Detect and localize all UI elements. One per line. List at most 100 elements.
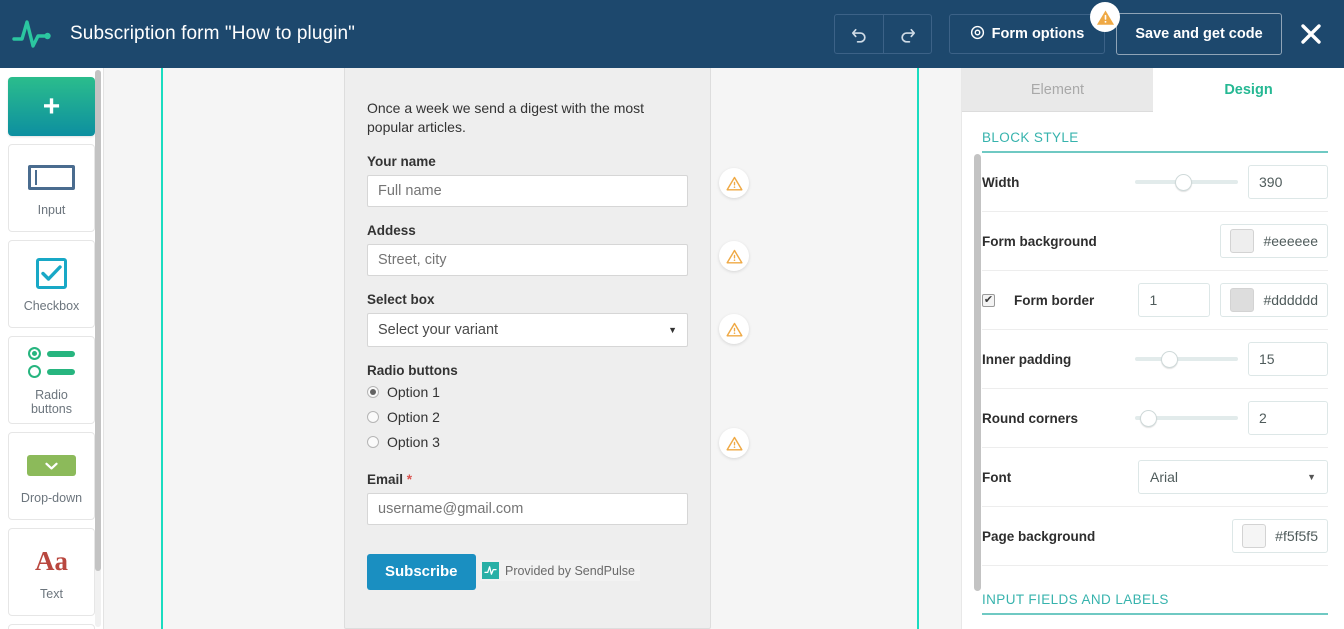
property-row-form-background: Form background #eeeeee — [982, 212, 1328, 271]
form-border-color-picker[interactable]: #dddddd — [1220, 283, 1328, 317]
tab-design[interactable]: Design — [1153, 68, 1344, 112]
round-corners-slider[interactable] — [1135, 409, 1238, 427]
toolbar-actions: Form options Save and get code — [834, 0, 1344, 68]
form-border-width-field[interactable]: 1 — [1138, 283, 1211, 317]
input-field-icon — [28, 160, 75, 196]
form-border-hex: #dddddd — [1263, 292, 1318, 308]
your-name-input[interactable] — [367, 175, 688, 207]
email-input[interactable] — [367, 493, 688, 525]
inner-padding-value-field[interactable]: 15 — [1248, 342, 1328, 376]
element-palette-sidebar: + Input Checkbox Radio buttons Drop-down… — [0, 68, 104, 629]
radio-buttons-icon — [28, 345, 75, 381]
property-row-font: Font Arial ▼ — [982, 448, 1328, 507]
page-title: Subscription form "How to plugin" — [70, 23, 356, 44]
radio-dot-icon — [367, 386, 379, 398]
form-intro-text: Once a week we send a digest with the mo… — [367, 100, 645, 135]
round-corners-slider-thumb[interactable] — [1140, 409, 1157, 427]
property-row-form-border: ✔ Form border 1 #dddddd — [982, 271, 1328, 330]
inner-padding-slider[interactable] — [1135, 350, 1238, 368]
field-warning-icon-radio-buttons[interactable] — [719, 428, 749, 458]
width-slider[interactable] — [1135, 173, 1238, 191]
font-select-dropdown[interactable]: Arial ▼ — [1138, 460, 1328, 494]
provided-by-label: Provided by SendPulse — [504, 563, 635, 578]
property-row-page-background: Page background #f5f5f5 — [982, 507, 1328, 566]
sendpulse-logo-icon — [481, 562, 499, 579]
color-swatch[interactable] — [1230, 229, 1255, 253]
section-heading-block-style: BLOCK STYLE — [982, 112, 1328, 153]
field-warning-icon-address[interactable] — [719, 241, 749, 271]
field-label-radio-buttons: Radio buttons — [367, 363, 458, 378]
form-border-checkbox[interactable]: ✔ — [982, 293, 995, 307]
subscription-form-block[interactable]: Once a week we send a digest with the mo… — [344, 68, 711, 629]
property-label-form-border: Form border — [1014, 292, 1095, 308]
sidebar-item-label: Drop-down — [20, 490, 83, 505]
section-heading-input-fields: INPUT FIELDS AND LABELS — [982, 566, 1328, 615]
color-swatch[interactable] — [1242, 524, 1267, 548]
field-label-address: Addess — [367, 223, 416, 238]
sidebar-item-partial[interactable] — [8, 624, 95, 629]
sidebar-scrollbar-thumb[interactable] — [95, 70, 101, 571]
field-warning-icon-select-box[interactable] — [719, 314, 749, 344]
radio-dot-icon — [367, 411, 379, 423]
property-row-round-corners: Round corners 2 — [982, 389, 1328, 448]
form-background-color-picker[interactable]: #eeeeee — [1220, 224, 1328, 258]
required-marker: * — [406, 472, 413, 487]
radio-option-2[interactable]: Option 2 — [367, 409, 688, 425]
guide-line-right — [917, 68, 919, 629]
page-background-color-picker[interactable]: #f5f5f5 — [1232, 519, 1328, 553]
field-warning-icon-your-name[interactable] — [719, 168, 749, 198]
panel-body: BLOCK STYLE Width 390 Form background #e… — [962, 112, 1344, 615]
field-label-your-name: Your name — [367, 154, 436, 169]
panel-scrollbar-thumb[interactable] — [974, 154, 981, 591]
undo-button[interactable] — [835, 15, 883, 53]
form-options-button[interactable]: Form options — [949, 14, 1105, 54]
property-row-inner-padding: Inner padding 15 — [982, 330, 1328, 389]
field-label-select-box: Select box — [367, 292, 435, 307]
toolbar-warning-icon[interactable] — [1090, 2, 1120, 32]
inner-padding-slider-thumb[interactable] — [1161, 350, 1178, 368]
design-properties-panel: Element Design BLOCK STYLE Width 390 For… — [961, 68, 1344, 629]
property-label-form-background: Form background — [982, 233, 1097, 249]
radio-option-3[interactable]: Option 3 — [367, 434, 688, 450]
sidebar-item-dropdown[interactable]: Drop-down — [8, 432, 95, 520]
top-toolbar: Subscription form "How to plugin" Form o… — [0, 0, 1344, 68]
add-element-button[interactable]: + — [8, 77, 95, 136]
redo-button[interactable] — [883, 15, 931, 53]
page-background-hex: #f5f5f5 — [1275, 528, 1318, 544]
sidebar-item-label: Text — [40, 586, 63, 601]
subscribe-button[interactable]: Subscribe — [367, 553, 476, 590]
sidebar-item-text[interactable]: Aa Text — [8, 528, 95, 616]
field-group-address: Addess — [367, 223, 688, 276]
color-swatch[interactable] — [1230, 288, 1255, 312]
radio-label: Option 3 — [387, 434, 440, 450]
address-input[interactable] — [367, 244, 688, 276]
property-label-round-corners: Round corners — [982, 410, 1079, 426]
provided-by-sendpulse[interactable]: Provided by SendPulse — [479, 560, 640, 581]
form-options-label: Form options — [991, 26, 1085, 42]
chevron-down-icon: ▼ — [1307, 472, 1316, 482]
text-aa-icon: Aa — [35, 546, 68, 576]
undo-redo-group — [834, 14, 932, 54]
form-background-hex: #eeeeee — [1263, 233, 1318, 249]
property-row-width: Width 390 — [982, 153, 1328, 212]
form-canvas: Once a week we send a digest with the mo… — [104, 68, 961, 629]
sidebar-item-checkbox[interactable]: Checkbox — [8, 240, 95, 328]
width-value-field[interactable]: 390 — [1248, 165, 1328, 199]
plus-icon: + — [42, 89, 61, 123]
field-group-radio-buttons: Radio buttons Option 1 Option 2 Option 3 — [367, 363, 688, 450]
radio-label: Option 1 — [387, 384, 440, 400]
save-code-label: Save and get code — [1135, 26, 1263, 42]
round-corners-value-field[interactable]: 2 — [1248, 401, 1328, 435]
radio-dot-icon — [367, 436, 379, 448]
tab-element[interactable]: Element — [962, 68, 1153, 112]
chevron-down-icon: ▼ — [668, 325, 677, 335]
close-icon[interactable] — [1296, 19, 1326, 49]
sidebar-item-radio-buttons[interactable]: Radio buttons — [8, 336, 95, 424]
select-box-dropdown[interactable]: Select your variant ▼ — [367, 313, 688, 347]
field-group-email: Email * — [367, 472, 688, 525]
radio-option-1[interactable]: Option 1 — [367, 384, 688, 400]
sidebar-item-input[interactable]: Input — [8, 144, 95, 232]
sidebar-item-label: Input — [37, 202, 66, 217]
width-slider-thumb[interactable] — [1175, 173, 1192, 191]
save-and-get-code-button[interactable]: Save and get code — [1116, 13, 1282, 55]
